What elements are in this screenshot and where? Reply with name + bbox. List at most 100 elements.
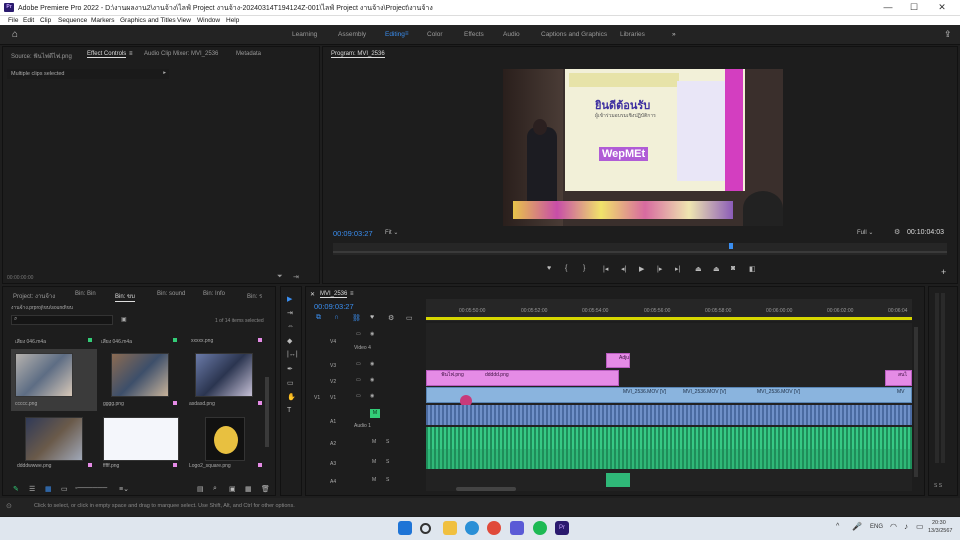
work-area-bar[interactable]	[426, 317, 912, 320]
tab-metadata[interactable]: Metadata	[236, 51, 261, 57]
filter-icon[interactable]: ⏷	[277, 273, 283, 281]
step-forward-icon[interactable]: |▸	[657, 265, 662, 273]
track-v1-source[interactable]: V1	[314, 395, 320, 401]
add-marker-icon[interactable]: ♥	[370, 314, 374, 321]
program-timecode[interactable]: 00:09:03:27	[333, 229, 373, 238]
add-button-icon[interactable]: +	[941, 267, 946, 277]
clip-v2-d[interactable]: สนไ	[885, 370, 912, 386]
item-name-fffff[interactable]: fffff.png	[103, 463, 119, 469]
premiere-taskbar-icon[interactable]: Pr	[555, 521, 569, 535]
lift-icon[interactable]: ⏏	[695, 265, 702, 273]
track-v1[interactable]: V1	[330, 395, 336, 401]
project-search-input[interactable]: ⌕	[11, 315, 113, 325]
workspace-editing[interactable]: Editing	[385, 31, 405, 38]
item-name-ddddwwwe[interactable]: ddddwwwe.png	[17, 463, 51, 469]
eye-icon[interactable]: ◉	[370, 361, 374, 367]
battery-icon[interactable]: ▭	[916, 522, 924, 531]
playhead[interactable]	[729, 243, 733, 249]
item-name-gggg[interactable]: gggg.png	[103, 401, 124, 407]
clock-time[interactable]: 20:30	[932, 520, 946, 526]
track-v4[interactable]: V4	[330, 339, 336, 345]
timeline-ruler[interactable]	[426, 299, 912, 321]
quality-dropdown[interactable]: Full ⌄	[857, 229, 873, 236]
add-marker-icon[interactable]: ♥	[547, 265, 551, 272]
captions-icon[interactable]: ▭	[406, 314, 413, 322]
panel-menu-icon[interactable]: ≡	[350, 291, 354, 297]
search-icon[interactable]	[420, 523, 431, 534]
edge-icon[interactable]	[465, 521, 479, 535]
extract-icon[interactable]: ⏏	[713, 265, 720, 273]
find-icon[interactable]: ⌕	[213, 485, 217, 493]
tab-bin-r[interactable]: Bin: ร	[247, 291, 262, 301]
tab-effect-controls[interactable]: Effect Controls	[87, 51, 127, 58]
toggle-sync-icon[interactable]: ▭	[356, 361, 361, 367]
menu-help[interactable]: Help	[226, 17, 239, 24]
chevron-right-icon[interactable]: ▸	[163, 70, 166, 76]
track-v3[interactable]: V3	[330, 363, 336, 369]
tab-audio-clip-mixer[interactable]: Audio Clip Mixer: MVI_2536	[144, 51, 218, 57]
menu-window[interactable]: Window	[197, 17, 220, 24]
track-a2[interactable]: A2	[330, 441, 336, 447]
start-icon[interactable]	[398, 521, 412, 535]
tab-bin-active[interactable]: Bin: ขบ	[115, 291, 135, 302]
discord-icon[interactable]	[510, 521, 524, 535]
selection-tool-icon[interactable]: ▶	[287, 295, 292, 303]
clip-adjustment[interactable]: Adju	[606, 353, 630, 368]
eye-icon[interactable]: ◉	[370, 393, 374, 399]
new-item-icon[interactable]: ▦	[245, 485, 252, 493]
eye-icon[interactable]: ◉	[370, 331, 374, 337]
freeform-view-icon[interactable]: ▭	[61, 485, 68, 493]
menu-file[interactable]: File	[8, 17, 18, 24]
solo-button[interactable]: S	[386, 477, 389, 483]
language-indicator[interactable]: ENG	[870, 524, 883, 530]
nest-icon[interactable]: ⧉	[316, 314, 321, 322]
menu-graphics[interactable]: Graphics and Titles	[120, 17, 176, 24]
chevron-up-icon[interactable]: ^	[836, 523, 839, 530]
program-scrub-bar[interactable]	[333, 243, 947, 255]
track-select-icon[interactable]: ⇥	[287, 309, 293, 317]
toggle-sync-icon[interactable]: ▭	[356, 377, 361, 383]
fit-dropdown[interactable]: Fit ⌄	[385, 229, 419, 238]
audio-clip-a1[interactable]	[426, 405, 912, 425]
thumbnail-ddddwwwe[interactable]	[25, 417, 83, 461]
mute-button[interactable]: M	[372, 459, 376, 465]
wifi-icon[interactable]: ◠	[890, 522, 897, 531]
track-a1[interactable]: A1	[330, 419, 336, 425]
type-tool-icon[interactable]: T	[287, 407, 291, 414]
zoom-scroll[interactable]	[333, 251, 947, 253]
share-icon[interactable]: ⇪	[944, 29, 952, 40]
timeline-scroll-bar[interactable]	[456, 487, 516, 491]
go-to-in-icon[interactable]: |◂	[603, 265, 608, 273]
thumbnail-asdasd[interactable]	[195, 353, 253, 397]
solo-button[interactable]: S	[386, 459, 389, 465]
tab-bin-info[interactable]: Bin: Info	[203, 291, 225, 297]
wrench-icon[interactable]: ⚙	[894, 228, 900, 236]
tab-source[interactable]: Source: ฟันไฟดีไฟ.png	[11, 51, 72, 61]
workspace-assembly[interactable]: Assembly	[338, 31, 366, 38]
comparison-view-icon[interactable]: ◧	[749, 265, 756, 273]
sort-icon[interactable]: ≡⌄	[119, 485, 129, 493]
toggle-sync-icon[interactable]: ▭	[356, 331, 361, 337]
toggle-sync-icon[interactable]: ▭	[356, 393, 361, 399]
item-name-logo2[interactable]: Logo2_square.png	[189, 463, 231, 469]
step-back-icon[interactable]: ◂|	[621, 265, 626, 273]
new-bin-footer-icon[interactable]: ▣	[229, 485, 236, 493]
microphone-icon[interactable]: 🎤	[852, 522, 862, 531]
mute-button[interactable]: M	[370, 409, 380, 418]
timeline-timecode[interactable]: 00:09:03:27	[314, 302, 354, 311]
rectangle-icon[interactable]: ▭	[287, 379, 294, 387]
workspace-menu-icon[interactable]: ≡	[405, 31, 409, 37]
pen-icon[interactable]: ✒	[287, 365, 293, 373]
clip-v2-a[interactable]: ฟันไฟ.png ddddd.png	[426, 370, 619, 386]
hand-icon[interactable]: ✋	[287, 393, 296, 401]
audio-clip-a4[interactable]	[606, 473, 630, 487]
panel-menu-icon[interactable]: ≡	[129, 51, 133, 57]
spotify-icon[interactable]	[533, 521, 547, 535]
volume-icon[interactable]: ♪	[904, 522, 908, 531]
workspace-effects[interactable]: Effects	[464, 31, 484, 38]
timeline-settings-icon[interactable]: ⚙	[388, 314, 394, 322]
tab-project[interactable]: Project: งานจ้าง	[13, 291, 55, 301]
header-item-3[interactable]: xxxxx.png	[191, 338, 213, 344]
clock-date[interactable]: 13/3/2567	[928, 528, 952, 534]
menu-view[interactable]: View	[177, 17, 191, 24]
